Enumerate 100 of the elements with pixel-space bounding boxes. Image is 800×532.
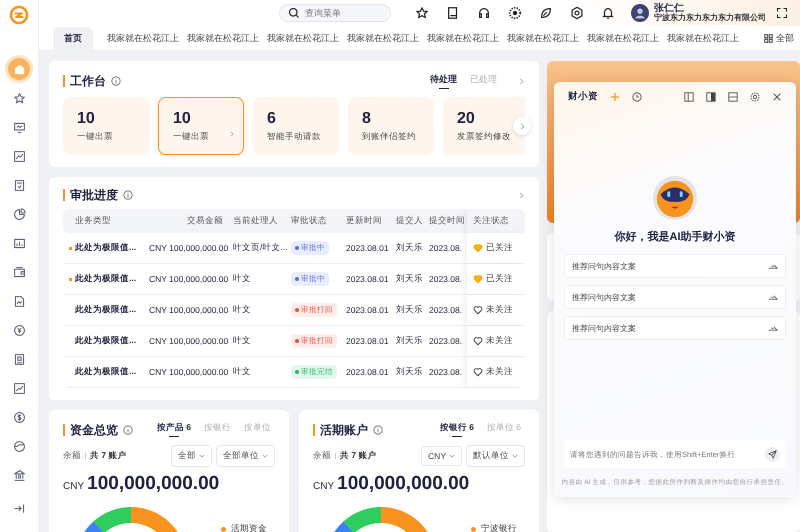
table-cell-text: 刘天乐 [396, 242, 424, 254]
follow-toggle[interactable]: 已关注 [473, 273, 513, 285]
home-icon [12, 62, 26, 76]
bell-icon[interactable] [601, 6, 615, 20]
section-title: 审批进度 [63, 189, 118, 201]
table-cell-text: CNY 100,000,000.00 [149, 243, 230, 253]
legend-label: 活期资金 [221, 523, 267, 532]
task-card[interactable]: 10 一键出票 [158, 97, 244, 155]
heart-icon [473, 336, 483, 346]
dropdown[interactable]: CNY [421, 446, 462, 466]
send-icon [768, 294, 778, 300]
balance-label: 余额 [63, 450, 81, 462]
book-icon[interactable] [446, 6, 460, 20]
document-icon [12, 294, 26, 308]
page-tab[interactable]: 首页 [53, 27, 93, 50]
group-tab[interactable]: 按银行 6 [436, 422, 478, 437]
send-button[interactable] [765, 446, 780, 462]
balance-amount: 100,000,000.00 [337, 473, 470, 495]
follow-toggle[interactable]: 已关注 [473, 242, 513, 254]
split-horizontal-icon[interactable] [728, 92, 738, 102]
table-cell-text: 2023.08.01 [346, 305, 390, 315]
column-header: 业务类型 [74, 215, 112, 227]
leaf-icon[interactable] [539, 6, 553, 20]
filter-tab[interactable]: 待处理 [426, 73, 461, 89]
table-cell-text: 2023.08.01 [346, 243, 390, 253]
page-tab[interactable]: 我家就在松花江上 [103, 27, 183, 50]
dropdown[interactable]: 全部 [171, 445, 212, 467]
task-count: 10 [77, 110, 95, 128]
bar-chart-icon [12, 236, 26, 250]
page-tab[interactable]: 我家就在松花江上 [343, 27, 423, 50]
split-left-icon[interactable] [684, 92, 694, 102]
settings-icon[interactable] [750, 92, 760, 102]
legend-label: 宁波银行 [471, 523, 517, 532]
table-cell-text: 2023.08.01 [346, 336, 390, 346]
task-label: 一键出票 [77, 130, 113, 142]
task-count: 8 [362, 110, 371, 128]
search-box[interactable]: 查询菜单 [279, 4, 391, 22]
table-cell-text: 叶文 [233, 304, 252, 316]
dropdown[interactable]: 默认单位 [466, 445, 525, 467]
suggestion-item[interactable]: 推荐问句内容文案 [564, 285, 786, 309]
task-card[interactable]: 10 一键出票 [63, 97, 149, 155]
table-cell-text: 叶文 [233, 273, 252, 285]
table-cell-text: CNY 100,000,000.00 [149, 305, 230, 315]
caret-icon [449, 453, 455, 459]
table-cell-text: CNY 100,000,000.00 [149, 274, 230, 284]
table-cell-text: 此处为极限值... [74, 304, 138, 316]
dots-spiral-icon[interactable] [508, 6, 522, 20]
heart-icon [473, 274, 483, 284]
follow-toggle[interactable]: 未关注 [473, 335, 513, 347]
dropdown[interactable]: 全部单位 [216, 445, 275, 467]
table-cell-text: 2023.08. [429, 305, 464, 315]
task-card[interactable]: 20 发票签约修改 [443, 97, 525, 155]
split-right-icon[interactable] [706, 92, 716, 102]
caret-icon [199, 453, 205, 459]
suggestion-item[interactable]: 推荐问句内容文案 [564, 316, 786, 340]
info-icon[interactable] [123, 424, 133, 434]
info-icon[interactable] [373, 424, 383, 434]
info-icon[interactable] [123, 190, 133, 200]
table-cell-text: 刘天乐 [396, 273, 424, 285]
currency-code: CNY [313, 481, 334, 492]
robot-mascot-icon [652, 175, 698, 221]
task-count: 10 [173, 110, 191, 128]
page-tab[interactable]: 我家就在松花江上 [183, 27, 263, 50]
page-tab[interactable]: 我家就在松花江上 [263, 27, 343, 50]
suggestion-item[interactable]: 推荐问句内容文案 [564, 254, 786, 278]
info-icon[interactable] [111, 76, 121, 86]
fullscreen-icon[interactable] [776, 7, 788, 19]
follow-toggle[interactable]: 未关注 [473, 304, 513, 316]
line-chart-icon [12, 150, 26, 162]
task-card[interactable]: 6 智能手动请款 [253, 97, 339, 155]
table-cell-text: 叶文页/叶文... [233, 242, 288, 254]
settings-icon[interactable] [570, 6, 584, 20]
caret-icon [512, 453, 518, 459]
send-icon [768, 324, 778, 332]
page-tab[interactable]: 我家就在松花江上 [423, 27, 503, 50]
page-tab[interactable]: 我家就在松花江上 [663, 27, 743, 50]
page-tab[interactable]: 我家就在松花江上 [583, 27, 663, 50]
grid-icon [764, 34, 773, 43]
table-cell-text: 2023.08. [429, 274, 464, 284]
greeting-text: 你好，我是AI助手财小资 [614, 230, 736, 244]
page-tab[interactable]: 我家就在松花江上 [503, 27, 583, 50]
follow-toggle[interactable]: 未关注 [473, 366, 513, 378]
table-cell-text: 刘天乐 [396, 304, 424, 316]
star-icon[interactable] [415, 6, 429, 20]
task-count: 6 [267, 110, 276, 128]
table-cell-text: 2023.08. [429, 243, 464, 253]
close-icon[interactable] [772, 92, 782, 102]
clock-icon[interactable] [632, 92, 642, 102]
table-cell-text: 2023.08.01 [346, 274, 390, 284]
table-cell: 此处为极限值... [63, 273, 149, 285]
search-field[interactable]: 查询菜单 [305, 8, 382, 18]
column-header: 审批状态 [291, 215, 328, 227]
avatar-icon[interactable] [631, 4, 649, 22]
column-header: 提交时间 [429, 215, 466, 227]
task-card[interactable]: 8 到账伴侣签约 [348, 97, 434, 155]
headset-icon[interactable] [477, 6, 491, 20]
column-header: 更新时间 [346, 215, 383, 227]
group-tab[interactable]: 按产品 6 [152, 422, 195, 437]
collapse-icon[interactable] [12, 502, 26, 515]
table-cell-text: 2023.08. [429, 336, 464, 346]
